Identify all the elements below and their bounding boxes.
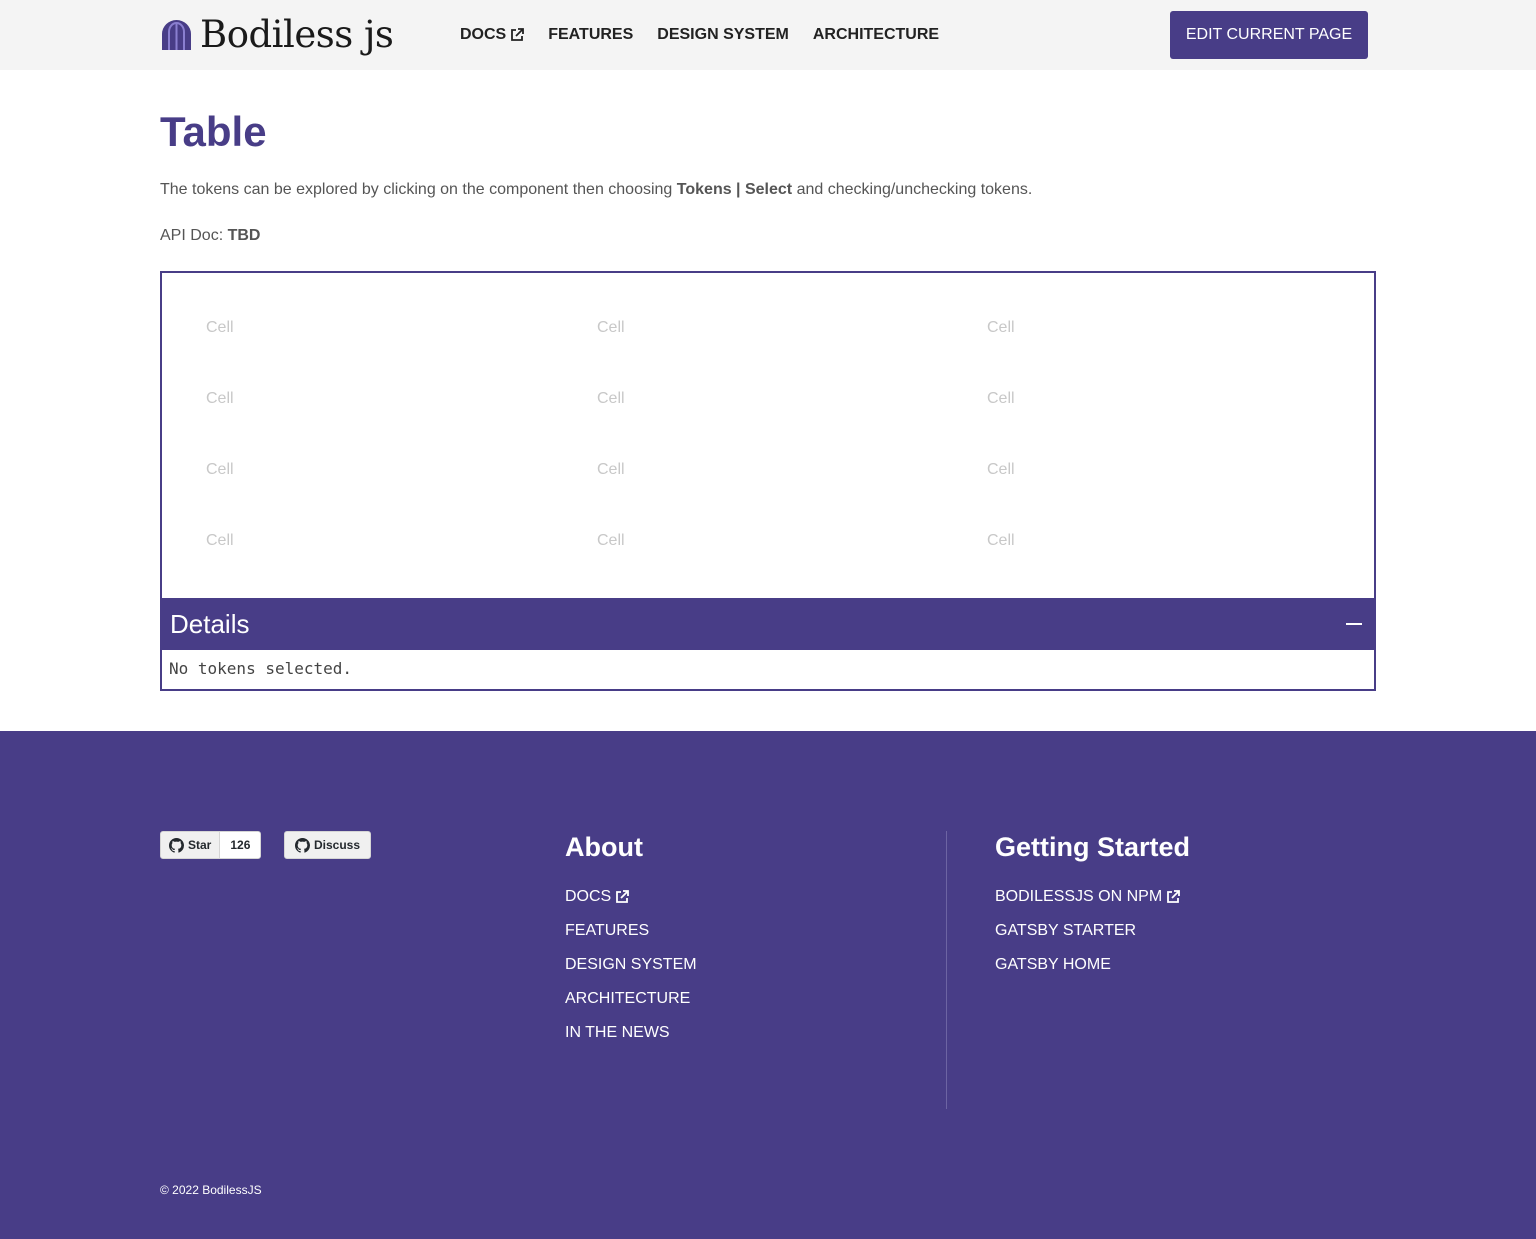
minus-icon[interactable] [1346, 616, 1362, 632]
edit-current-page-button[interactable]: EDIT CURRENT PAGE [1170, 11, 1368, 59]
getting-started-title: Getting Started [995, 832, 1191, 862]
table-row: Cell Cell Cell [162, 384, 1374, 414]
intro-bold: Tokens | Select [676, 181, 793, 198]
footer-link-docs[interactable]: DOCS [565, 880, 697, 914]
site-header: Bodiless js DOCS FEATURES DESIGN SYSTEM … [0, 0, 1536, 70]
nav-item-label: DOCS [460, 26, 507, 43]
footer-link-gatsby-starter[interactable]: GATSBY STARTER [995, 914, 1180, 948]
table-cell[interactable]: Cell [987, 455, 1015, 485]
github-star-label: Star [188, 838, 212, 852]
table-cell[interactable]: Cell [597, 526, 625, 556]
details-header[interactable]: Details [162, 598, 1374, 650]
intro-suffix: and checking/unchecking tokens. [792, 181, 1033, 198]
getting-started-links: BODILESSJS ON NPM GATSBY STARTER GATSBY … [995, 880, 1181, 982]
footer-link-npm[interactable]: BODILESSJS ON NPM [995, 880, 1181, 914]
api-doc-label: API Doc: [160, 227, 228, 244]
table-cell[interactable]: Cell [206, 526, 234, 556]
details-body: No tokens selected. [169, 659, 353, 678]
footer-link-gatsby-home[interactable]: GATSBY HOME [995, 948, 1180, 982]
copyright: © 2022 BodilessJS [160, 1183, 262, 1197]
github-icon [169, 837, 184, 853]
github-star-label-part: Star [161, 832, 219, 858]
external-link-icon [616, 890, 630, 903]
about-title: About [565, 832, 643, 862]
intro-prefix: The tokens can be explored by clicking o… [160, 181, 677, 198]
external-link-icon [1167, 890, 1181, 903]
table-row: Cell Cell Cell [162, 455, 1374, 485]
table-row: Cell Cell Cell [162, 526, 1374, 556]
site-footer: Star 126 Discuss About DOCS FEATURES DES… [0, 731, 1536, 1239]
intro-text: The tokens can be explored by clicking o… [160, 180, 1032, 200]
github-discuss-label: Discuss [314, 838, 361, 852]
api-doc-line: API Doc: TBD [160, 226, 260, 246]
table-cell[interactable]: Cell [206, 384, 234, 414]
footer-link-design-system[interactable]: DESIGN SYSTEM [565, 948, 697, 982]
footer-divider [946, 831, 947, 1109]
table-cell[interactable]: Cell [987, 526, 1015, 556]
nav-item-features[interactable]: FEATURES [548, 26, 633, 44]
logo-mark-icon [162, 20, 191, 50]
footer-link-label: BODILESSJS ON NPM [995, 888, 1163, 905]
footer-link-architecture[interactable]: ARCHITECTURE [565, 982, 697, 1016]
api-doc-value: TBD [227, 227, 261, 244]
external-link-icon [511, 28, 525, 41]
footer-link-features[interactable]: FEATURES [565, 914, 697, 948]
footer-link-label: DOCS [565, 888, 612, 905]
table-row: Cell Cell Cell [162, 313, 1374, 343]
table-demo: Cell Cell Cell Cell Cell Cell Cell Cell … [160, 271, 1376, 691]
github-icon [295, 837, 310, 853]
nav-item-architecture[interactable]: ARCHITECTURE [813, 26, 939, 44]
table-cell[interactable]: Cell [597, 384, 625, 414]
table-cell[interactable]: Cell [597, 313, 625, 343]
nav-item-design-system[interactable]: DESIGN SYSTEM [657, 26, 789, 44]
logo-text: Bodiless js [200, 13, 394, 56]
table-cell[interactable]: Cell [597, 455, 625, 485]
table-cell[interactable]: Cell [987, 313, 1015, 343]
main-nav: DOCS FEATURES DESIGN SYSTEM ARCHITECTURE [460, 0, 963, 70]
page-title: Table [160, 108, 267, 155]
footer-link-in-the-news[interactable]: IN THE NEWS [565, 1016, 697, 1050]
nav-item-docs[interactable]: DOCS [460, 26, 525, 44]
table-cell[interactable]: Cell [987, 384, 1015, 414]
table-cell[interactable]: Cell [206, 455, 234, 485]
site-logo[interactable]: Bodiless js [160, 12, 394, 58]
github-star-button[interactable]: Star 126 [160, 831, 262, 859]
details-title: Details [170, 609, 250, 639]
github-discuss-button[interactable]: Discuss [284, 831, 372, 859]
github-star-count[interactable]: 126 [219, 832, 261, 858]
table-cell[interactable]: Cell [206, 313, 234, 343]
about-links: DOCS FEATURES DESIGN SYSTEM ARCHITECTURE… [565, 880, 697, 1050]
